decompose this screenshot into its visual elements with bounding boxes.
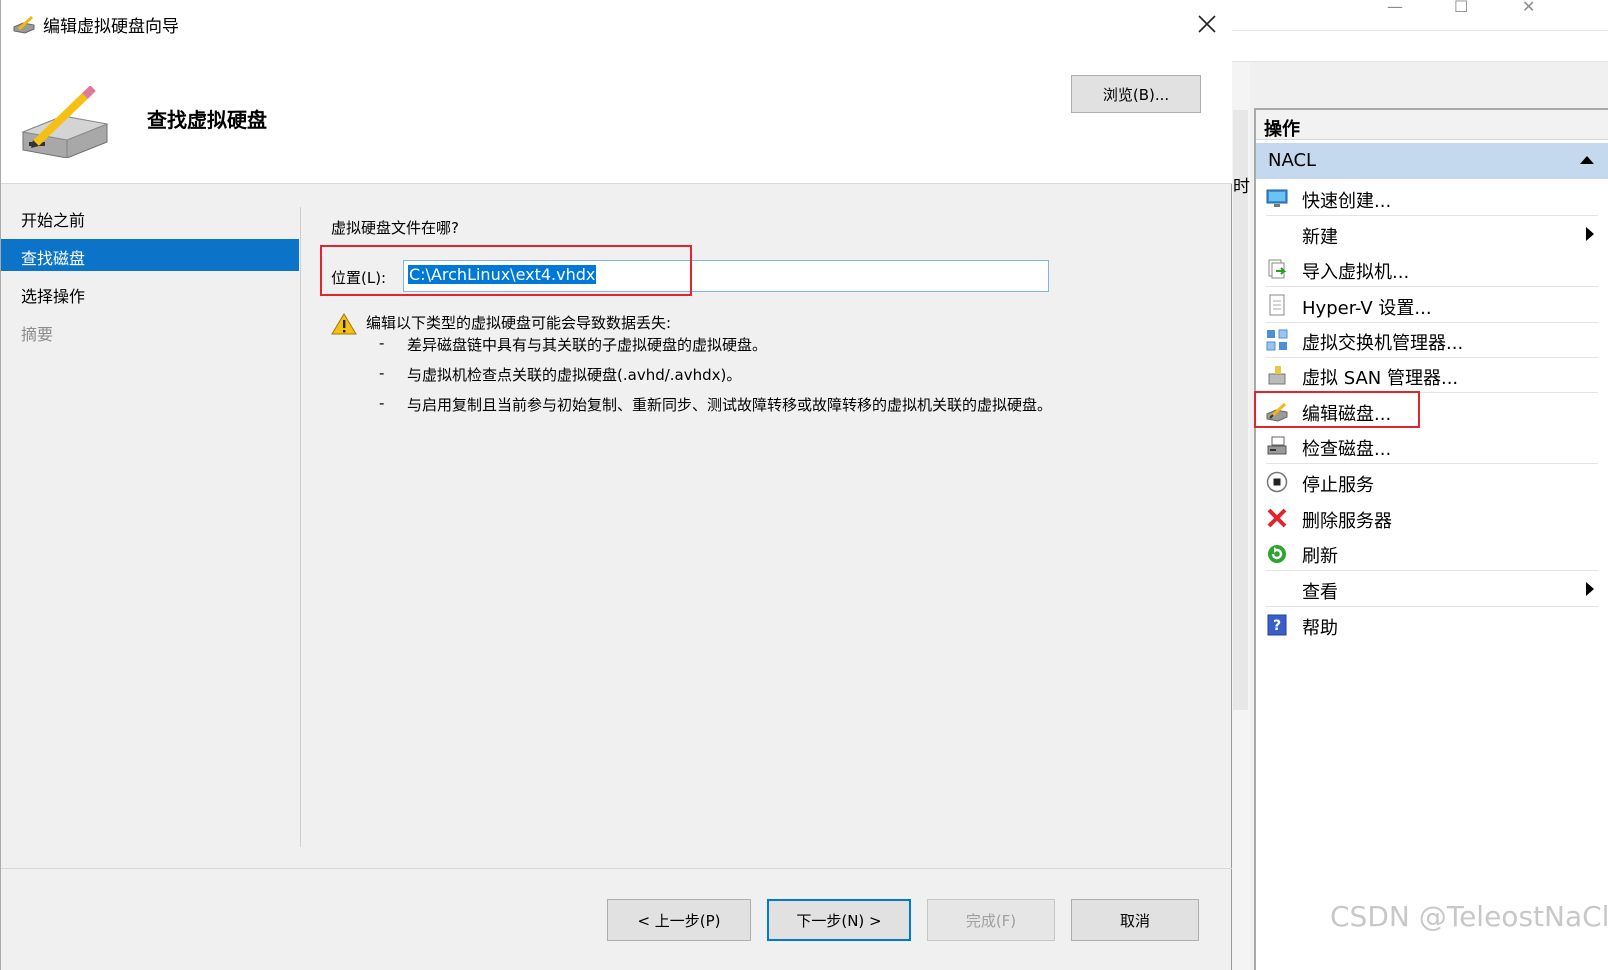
bullet-item: 与启用复制且当前参与初始复制、重新同步、测试故障转移或故障转移的虚拟机关联的虚拟… xyxy=(407,396,1053,414)
partial-text: 时 xyxy=(1233,177,1250,197)
svg-text:?: ? xyxy=(1273,618,1281,634)
nav-step-choose-action[interactable]: 选择操作 xyxy=(1,277,299,309)
bullet-item: 差异磁盘链中具有与其关联的子虚拟硬盘的虚拟硬盘。 xyxy=(407,336,768,354)
san-icon xyxy=(1268,366,1286,385)
monitor-icon xyxy=(1266,189,1288,207)
wizard-header: 查找虚拟硬盘 xyxy=(1,46,1232,184)
refresh-icon xyxy=(1268,545,1286,563)
actions-header: 操作 xyxy=(1256,110,1608,140)
disk-pencil-icon xyxy=(21,86,109,158)
dialog-close-icon[interactable] xyxy=(1193,10,1221,38)
nacl-group-label: NACL xyxy=(1268,150,1317,171)
minimize-icon[interactable]: — xyxy=(1387,0,1403,15)
settings-doc-icon xyxy=(1269,294,1285,316)
action-inspect-disk[interactable]: 检查磁盘... xyxy=(1256,428,1608,464)
import-icon xyxy=(1268,259,1287,279)
bullet-mark: - xyxy=(379,334,385,352)
action-refresh[interactable]: 刷新 xyxy=(1256,535,1608,571)
stop-icon xyxy=(1266,471,1288,493)
background-scrollbar[interactable] xyxy=(1233,110,1248,710)
watermark: CSDN @TeleostNaCl xyxy=(1330,900,1608,933)
dialog-titlebar: 编辑虚拟硬盘向导 xyxy=(1,0,1232,46)
footer-divider xyxy=(1,868,1232,869)
edit-disk-icon xyxy=(13,15,35,34)
switch-icon xyxy=(1266,329,1288,351)
collapse-arrow-icon[interactable] xyxy=(1580,156,1594,164)
submenu-arrow-icon xyxy=(1586,227,1594,241)
next-button[interactable]: 下一步(N) > xyxy=(767,899,911,941)
action-new[interactable]: 新建 xyxy=(1256,216,1608,252)
bullet-item: 与虚拟机检查点关联的虚拟硬盘(.avhd/.avhdx)。 xyxy=(407,366,742,384)
page-title: 查找虚拟硬盘 xyxy=(147,108,267,132)
maximize-icon[interactable]: ☐ xyxy=(1454,0,1468,15)
action-vsan-manager[interactable]: 虚拟 SAN 管理器... xyxy=(1256,357,1608,393)
browse-button[interactable]: 浏览(B)... xyxy=(1071,75,1201,113)
action-quick-create[interactable]: 快速创建... xyxy=(1256,180,1608,216)
wizard-steps-nav: 开始之前 查找磁盘 选择操作 摘要 xyxy=(1,185,301,845)
help-icon: ? xyxy=(1267,614,1287,636)
cancel-button[interactable]: 取消 xyxy=(1071,899,1199,941)
action-help[interactable]: ? 帮助 xyxy=(1256,607,1608,643)
action-vswitch-manager[interactable]: 虚拟交换机管理器... xyxy=(1256,322,1608,358)
bullet-mark: - xyxy=(379,394,385,412)
window-close-icon[interactable]: ✕ xyxy=(1522,0,1535,15)
action-view[interactable]: 查看 xyxy=(1256,571,1608,607)
action-hyperv-settings[interactable]: Hyper-V 设置... xyxy=(1256,287,1608,323)
action-stop-service[interactable]: 停止服务 xyxy=(1256,464,1608,500)
highlight-box-edit-disk xyxy=(1254,391,1420,428)
warning-icon xyxy=(331,313,357,335)
previous-button[interactable]: < 上一步(P) xyxy=(607,899,751,941)
nav-step-summary: 摘要 xyxy=(21,325,54,344)
inspect-disk-icon xyxy=(1267,436,1287,455)
background-titlebar: — ☐ ✕ xyxy=(1232,0,1608,62)
action-import-vm[interactable]: 导入虚拟机... xyxy=(1256,251,1608,287)
action-remove-server[interactable]: 删除服务器 xyxy=(1256,500,1608,536)
bullet-mark: - xyxy=(379,364,385,382)
nav-step-before-you-begin[interactable]: 开始之前 xyxy=(1,201,299,233)
warning-text: 编辑以下类型的虚拟硬盘可能会导致数据丢失: xyxy=(366,314,672,332)
dialog-title: 编辑虚拟硬盘向导 xyxy=(43,17,179,37)
highlight-box-location xyxy=(320,245,692,296)
nacl-group-bar[interactable]: NACL xyxy=(1256,143,1608,179)
finish-button: 完成(F) xyxy=(927,899,1055,941)
delete-x-icon xyxy=(1267,508,1287,528)
edit-vhd-wizard-dialog: 编辑虚拟硬盘向导 查找虚拟硬盘 开始之前 查找磁盘 选择操作 摘要 虚拟硬盘文件… xyxy=(0,0,1232,970)
question-label: 虚拟硬盘文件在哪? xyxy=(331,219,459,237)
submenu-arrow-icon xyxy=(1586,582,1594,596)
actions-panel: 操作 NACL 快速创建... 新建 导入虚拟机... Hyper-V 设置..… xyxy=(1254,108,1608,970)
nav-step-locate-disk[interactable]: 查找磁盘 xyxy=(1,239,299,271)
